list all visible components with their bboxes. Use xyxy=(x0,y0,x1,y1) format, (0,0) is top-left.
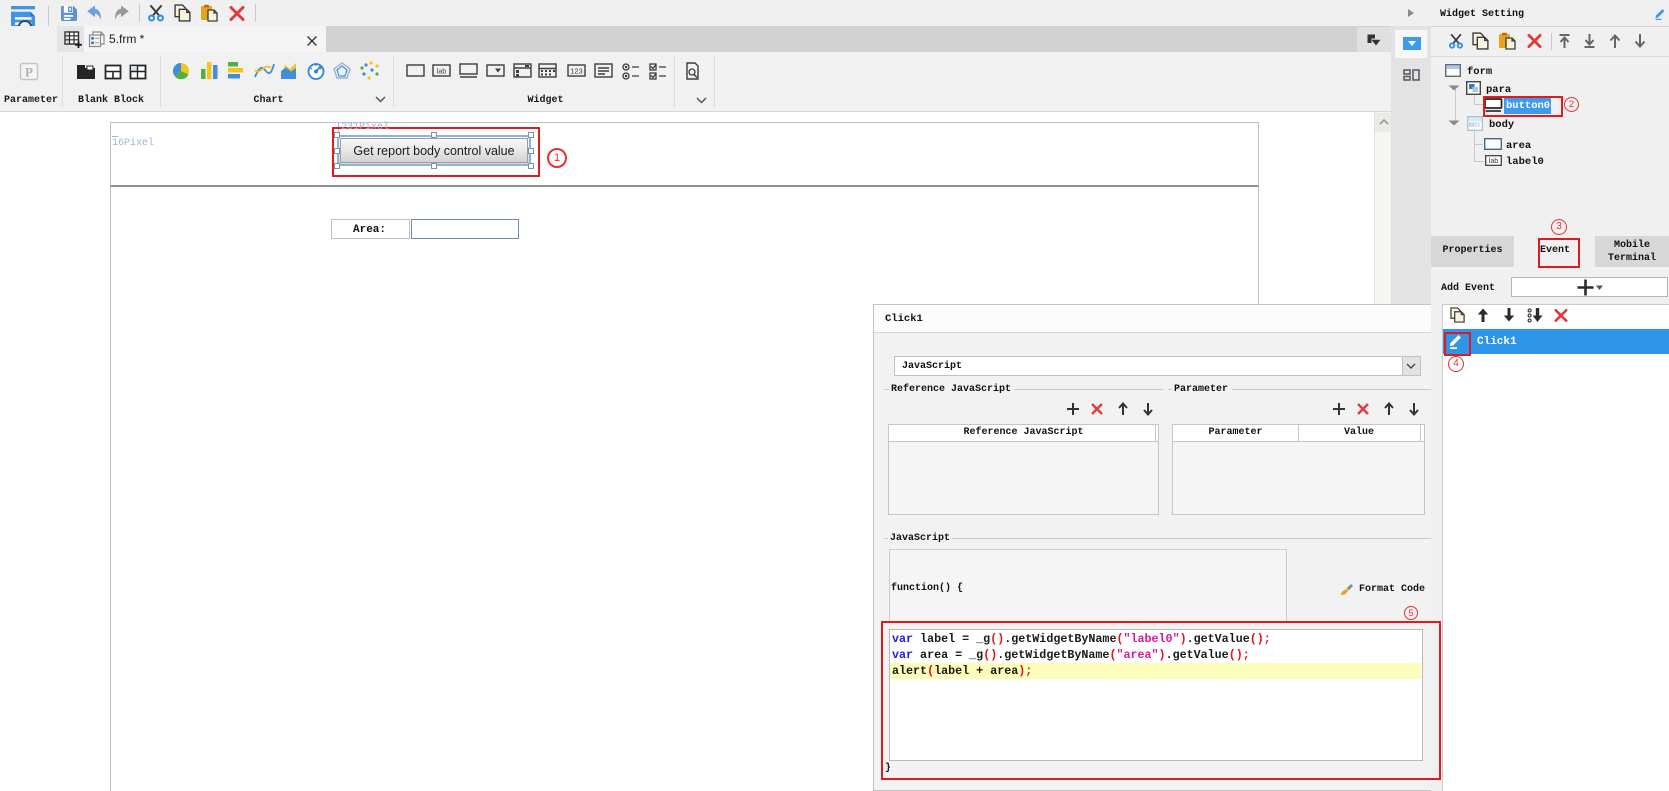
svg-text:lab: lab xyxy=(1489,158,1498,165)
svg-text:lab: lab xyxy=(437,69,446,76)
svg-text:123: 123 xyxy=(570,67,583,76)
svg-text:P: P xyxy=(25,65,33,80)
